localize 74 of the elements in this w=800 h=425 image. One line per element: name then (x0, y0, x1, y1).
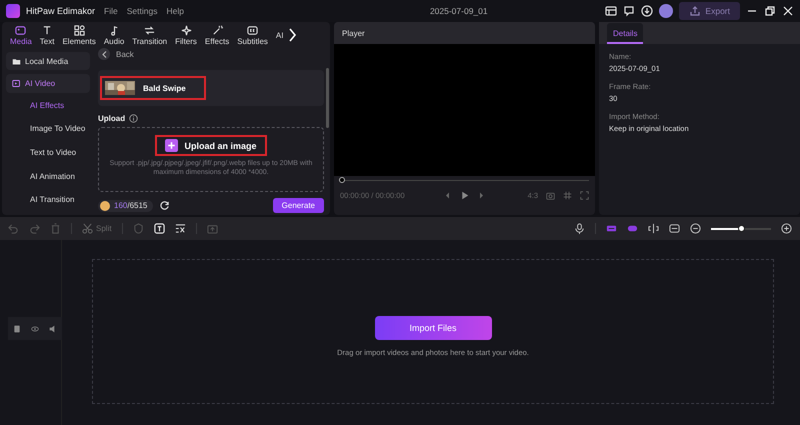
tab[interactable]: Effects (200, 22, 234, 48)
microphone-icon[interactable] (574, 223, 585, 234)
zoom-handle[interactable] (738, 225, 745, 232)
video-icon (12, 79, 21, 88)
restore-icon[interactable] (764, 5, 776, 17)
menu-item[interactable]: Help (166, 6, 184, 16)
upload-label: Upload (98, 114, 126, 124)
project-title: 2025-07-09_01 (430, 6, 488, 16)
tab[interactable]: AI (272, 22, 288, 48)
sidebar-item[interactable]: AI Video (6, 74, 90, 93)
music-note-icon (108, 24, 120, 36)
arrows-icon (144, 24, 156, 36)
menu-item[interactable]: File (104, 6, 118, 16)
effect-title: Bald Swipe (143, 84, 186, 93)
panel-title: Player (334, 22, 595, 44)
play-icon[interactable] (460, 190, 469, 200)
coin-icon (100, 200, 110, 210)
close-icon[interactable] (782, 5, 794, 17)
scrollbar[interactable] (326, 68, 329, 128)
folder-icon (12, 56, 21, 66)
details-tab[interactable]: Details (607, 23, 644, 44)
text-icon (42, 24, 53, 36)
grid-icon (74, 24, 85, 36)
zoom-out-icon[interactable] (690, 223, 701, 234)
back-label[interactable]: Back (116, 50, 134, 59)
speaker-icon[interactable] (49, 324, 57, 332)
tab[interactable]: Text (36, 22, 58, 48)
layout-icon[interactable] (605, 5, 618, 17)
zoom-slider[interactable] (711, 224, 771, 234)
sidebar-subitem[interactable]: Text to Video (6, 144, 90, 161)
caption-icon (247, 24, 258, 36)
zoom-in-icon[interactable] (781, 223, 792, 234)
sidebar-subitem[interactable]: AI Transition (6, 191, 90, 208)
progress-handle[interactable] (339, 177, 345, 183)
info-icon (129, 114, 138, 124)
tab[interactable]: Subtitles (233, 22, 272, 48)
menu-item[interactable]: Settings (126, 6, 158, 16)
tab[interactable]: Filters (171, 22, 201, 48)
grid-icon[interactable] (563, 190, 572, 200)
tab[interactable]: Media (6, 22, 36, 48)
sidebar-subitem[interactable]: Image To Video (6, 120, 90, 138)
app-logo (6, 4, 20, 18)
upload-button[interactable]: Upload an image (155, 135, 266, 156)
export-button[interactable]: Export (679, 2, 740, 20)
sidebar-item[interactable]: Local Media (6, 52, 90, 70)
eye-icon[interactable] (31, 324, 39, 332)
tab[interactable]: Transition (128, 22, 172, 48)
generate-button[interactable]: Generate (272, 198, 324, 213)
wand-icon (212, 24, 223, 36)
chat-icon[interactable] (623, 5, 636, 17)
import-files-button[interactable]: Import Files (374, 316, 492, 340)
avatar-icon[interactable] (659, 4, 674, 18)
camera-icon[interactable] (546, 190, 555, 200)
effect-item[interactable]: Bald Swipe (100, 76, 206, 100)
credits-counter: 160/6515 (98, 200, 154, 212)
cut-lines-icon[interactable] (174, 223, 186, 234)
share-icon (689, 5, 702, 17)
refresh-icon[interactable] (159, 200, 170, 211)
download-icon[interactable] (641, 5, 654, 17)
sparkle-icon (180, 24, 192, 36)
fit-icon[interactable] (669, 223, 680, 234)
app-title: HitPaw Edimakor (26, 6, 96, 16)
image-icon (15, 24, 26, 36)
chevron-left-icon (100, 50, 108, 59)
split-clip-icon[interactable] (648, 223, 659, 234)
sidebar-subitem[interactable]: AI Animation (6, 168, 90, 184)
tab[interactable]: Audio (100, 22, 128, 48)
text-box-icon[interactable] (154, 223, 165, 234)
tab[interactable]: Elements (58, 22, 100, 48)
back-button[interactable] (98, 48, 110, 60)
scissors-icon (82, 223, 93, 234)
plus-icon (165, 139, 178, 152)
sidebar-subitem[interactable]: AI Effects (6, 96, 90, 114)
fullscreen-icon[interactable] (580, 190, 589, 200)
